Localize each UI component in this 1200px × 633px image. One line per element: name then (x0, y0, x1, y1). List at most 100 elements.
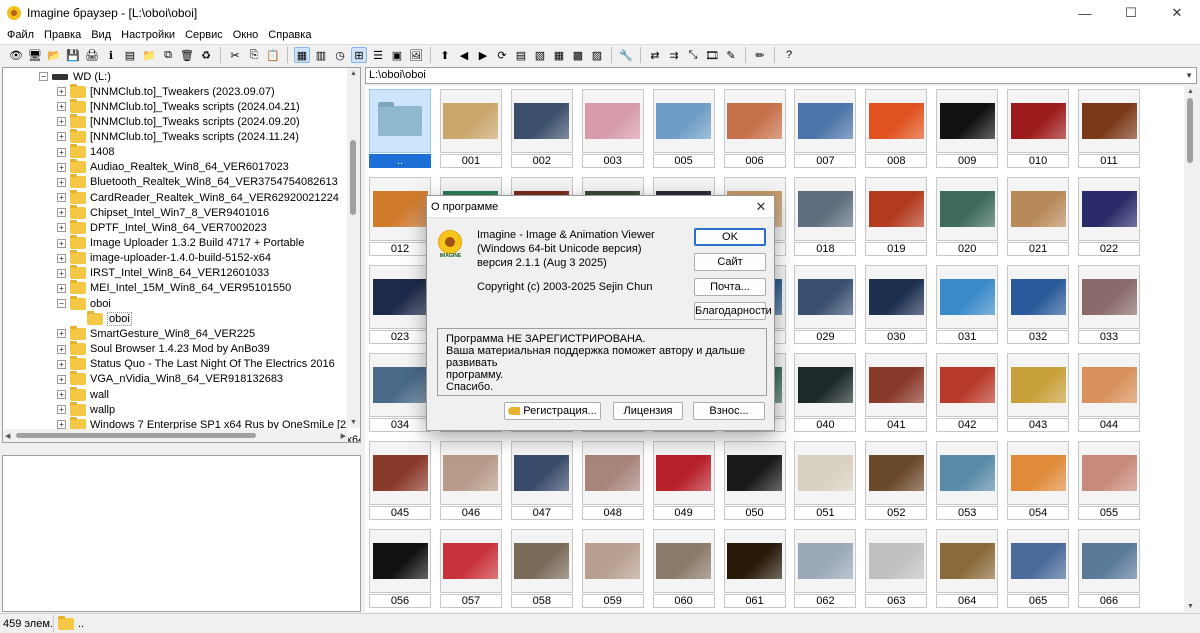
slideshow-icon[interactable]: 🖼 (408, 47, 424, 63)
scroll-down-icon[interactable]: ▼ (350, 419, 357, 426)
properties-icon[interactable]: ▤ (122, 47, 138, 63)
menu-window[interactable]: Окно (228, 29, 264, 41)
tree-item[interactable]: + Chipset_Intel_Win7_8_VER9401016 (57, 204, 269, 220)
image-thumbnail[interactable]: 066 (1078, 529, 1140, 609)
grid-icon[interactable]: ▦ (551, 47, 567, 63)
image-thumbnail[interactable]: 060 (652, 529, 715, 609)
scroll-right-icon[interactable]: ▶ (341, 432, 346, 440)
expand-icon[interactable]: + (57, 208, 66, 218)
edit-icon[interactable]: ✎ (723, 47, 739, 63)
thumbs-vertical-scrollbar[interactable]: ▲ ▼ (1184, 86, 1197, 612)
tree-item[interactable]: + Bluetooth_Realtek_Win8_64_VER3754754082… (57, 174, 338, 190)
save-icon[interactable]: 💾 (65, 47, 81, 63)
thumbnails-icon[interactable]: ⊞ (351, 47, 367, 63)
copy-icon[interactable]: ⧉ (160, 47, 176, 63)
cut-icon[interactable]: ✂ (227, 47, 243, 63)
tree-item[interactable]: + DPTF_Intel_Win8_64_VER7002023 (57, 219, 267, 235)
folder-tree[interactable]: − WD (L:) + [NNMClub.to]_Tweakers (2023.0… (2, 67, 361, 443)
image-thumbnail[interactable]: 001 (439, 89, 502, 169)
expand-icon[interactable]: + (57, 268, 66, 278)
image-thumbnail[interactable]: 007 (794, 89, 857, 169)
tree-item[interactable]: + [NNMClub.to]_Tweakers (2023.09.07) (57, 83, 275, 99)
message-scrollbar[interactable] (753, 329, 766, 395)
expand-icon[interactable]: + (57, 283, 66, 293)
expand-icon[interactable]: + (57, 117, 66, 127)
donate-button[interactable]: Взнос... (693, 402, 765, 420)
tree-item[interactable]: + [NNMClub.to]_Tweaks scripts (2024.11.24… (57, 128, 299, 144)
tree-item[interactable]: + Audiao_Realtek_Win8_64_VER6017023 (57, 159, 289, 175)
image-thumbnail[interactable]: 012 (369, 177, 431, 257)
image-thumbnail[interactable]: 030 (865, 265, 928, 345)
image-thumbnail[interactable]: 054 (1007, 441, 1070, 521)
chevron-down-icon[interactable]: ▼ (1185, 68, 1193, 83)
collapse-icon[interactable]: − (39, 72, 48, 81)
image-thumbnail[interactable]: 056 (369, 529, 431, 609)
image-thumbnail[interactable]: 040 (794, 353, 857, 433)
view-icon[interactable]: 👁 (8, 47, 24, 63)
image-thumbnail[interactable]: 023 (369, 265, 431, 345)
copy-file-icon[interactable]: ⎘ (246, 47, 262, 63)
menu-file[interactable]: Файл (2, 29, 39, 41)
image-thumbnail[interactable]: 063 (865, 529, 928, 609)
resize-icon[interactable]: ⤡ (685, 47, 701, 63)
paste-icon[interactable]: 📋 (265, 47, 281, 63)
convert-icon[interactable]: ⇄ (647, 47, 663, 63)
refresh-icon[interactable]: ⟳ (494, 47, 510, 63)
parent-folder-thumbnail[interactable]: .. (369, 89, 431, 169)
image-thumbnail[interactable]: 011 (1078, 89, 1140, 169)
image-thumbnail[interactable]: 046 (439, 441, 502, 521)
image-thumbnail[interactable]: 059 (581, 529, 644, 609)
image-thumbnail[interactable]: 031 (936, 265, 999, 345)
image-thumbnail[interactable]: 057 (439, 529, 502, 609)
expand-icon[interactable]: + (57, 390, 66, 399)
image-thumbnail[interactable]: 053 (936, 441, 999, 521)
tree-item[interactable]: + VGA_nVidia_Win8_64_VER918132683 (57, 371, 283, 387)
image-thumbnail[interactable]: 032 (1007, 265, 1070, 345)
tree-item[interactable]: + SmartGesture_Win8_64_VER225 (57, 325, 255, 341)
wrench-icon[interactable]: 🔧 (618, 47, 634, 63)
tree-drive[interactable]: − WD (L:) (39, 69, 111, 84)
minimize-button[interactable]: — (1062, 0, 1108, 26)
forward-icon[interactable]: ▶ (475, 47, 491, 63)
mail-button[interactable]: Почта... (694, 278, 766, 296)
film-icon[interactable]: 🎞 (704, 47, 720, 63)
menu-view[interactable]: Вид (86, 29, 116, 41)
list-icon[interactable]: ☰ (370, 47, 386, 63)
expand-icon[interactable]: + (57, 162, 66, 172)
image-thumbnail[interactable]: 064 (936, 529, 999, 609)
image-thumbnail[interactable]: 019 (865, 177, 928, 257)
image-thumbnail[interactable]: 009 (936, 89, 999, 169)
scroll-up-icon[interactable]: ▲ (350, 70, 357, 77)
layout-icon[interactable]: ▦ (294, 47, 310, 63)
image-thumbnail[interactable]: 043 (1007, 353, 1070, 433)
panel-icon[interactable]: ▥ (313, 47, 329, 63)
image-thumbnail[interactable]: 042 (936, 353, 999, 433)
menu-tools[interactable]: Сервис (180, 29, 228, 41)
scroll-left-icon[interactable]: ◀ (5, 432, 10, 440)
expand-icon[interactable]: + (57, 253, 66, 263)
thumbs-scroll-thumb[interactable] (1187, 98, 1193, 163)
image-thumbnail[interactable]: 051 (794, 441, 857, 521)
tree-item[interactable]: +1408 (57, 144, 114, 160)
tree-item[interactable]: + wallp (57, 401, 115, 417)
batch-icon[interactable]: ⇉ (666, 47, 682, 63)
expand-icon[interactable]: + (57, 223, 66, 233)
sort-icon[interactable]: ▨ (589, 47, 605, 63)
maximize-button[interactable]: ☐ (1108, 0, 1154, 26)
image-thumbnail[interactable]: 061 (723, 529, 786, 609)
image-thumbnail[interactable]: 029 (794, 265, 857, 345)
expand-icon[interactable]: + (57, 132, 66, 142)
filter-icon[interactable]: ▩ (570, 47, 586, 63)
image-thumbnail[interactable]: 005 (652, 89, 715, 169)
image-thumbnail[interactable]: 034 (369, 353, 431, 433)
tree-item[interactable]: − oboi (57, 295, 111, 311)
pane-splitter[interactable] (2, 445, 361, 453)
tree-item[interactable]: + [NNMClub.to]_Tweaks scripts (2024.04.21… (57, 98, 300, 114)
up-folder-icon[interactable]: ⬆ (437, 47, 453, 63)
tree-scroll-thumb[interactable] (350, 140, 356, 215)
image-thumbnail[interactable]: 048 (581, 441, 644, 521)
image-thumbnail[interactable]: 010 (1007, 89, 1070, 169)
tree-item[interactable]: + Image Uploader 1.3.2 Build 4717 + Porta… (57, 235, 304, 251)
image-thumbnail[interactable]: 021 (1007, 177, 1070, 257)
image-thumbnail[interactable]: 052 (865, 441, 928, 521)
